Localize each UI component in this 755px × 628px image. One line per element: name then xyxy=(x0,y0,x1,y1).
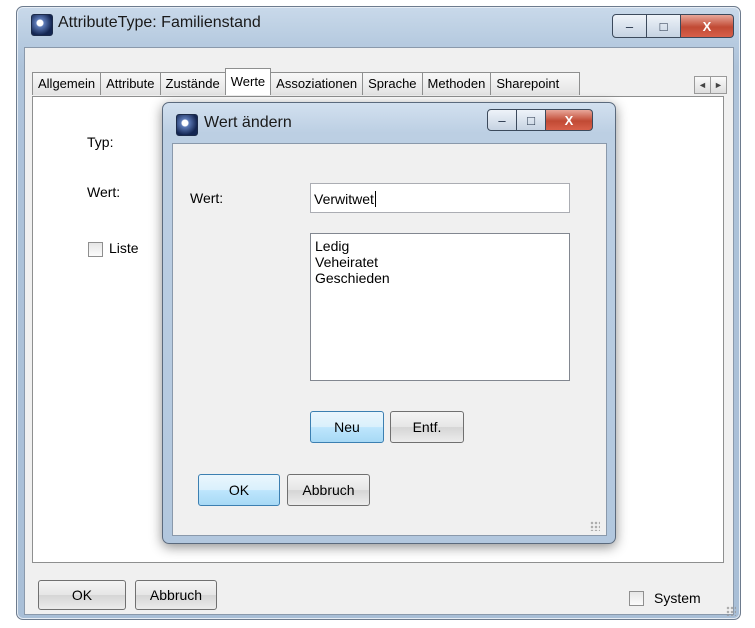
list-item[interactable]: Veheiratet xyxy=(315,254,565,270)
tab-scroll-buttons: ◄ ► xyxy=(694,76,727,94)
dialog-window-controls: – □ X xyxy=(487,109,593,131)
dialog-title: Wert ändern xyxy=(204,114,292,131)
entf-button[interactable]: Entf. xyxy=(390,411,464,443)
dialog-close-icon[interactable]: X xyxy=(546,109,593,131)
abbruch-button[interactable]: Abbruch xyxy=(135,580,217,610)
dialog-wert-label: Wert: xyxy=(190,190,224,206)
tab-assoziationen[interactable]: Assoziationen xyxy=(270,72,364,95)
tab-methoden[interactable]: Methoden xyxy=(421,72,492,95)
window-controls: – □ X xyxy=(612,14,734,38)
wert-input[interactable]: Verwitwet xyxy=(310,183,570,213)
dialog-maximize-icon[interactable]: □ xyxy=(517,109,546,131)
typ-label: Typ: xyxy=(87,134,114,150)
values-listbox[interactable]: Ledig Veheiratet Geschieden xyxy=(310,233,570,381)
tab-scroll-right-icon[interactable]: ► xyxy=(711,76,727,94)
text-cursor xyxy=(374,191,376,207)
maximize-icon[interactable]: □ xyxy=(647,14,681,38)
ok-button[interactable]: OK xyxy=(38,580,126,610)
tab-sprache[interactable]: Sprache xyxy=(362,72,423,95)
app-icon xyxy=(31,14,53,36)
liste-checkbox[interactable] xyxy=(88,242,103,257)
dialog-abbruch-button[interactable]: Abbruch xyxy=(287,474,370,506)
neu-button[interactable]: Neu xyxy=(310,411,384,443)
tab-sharepoint[interactable]: Sharepoint xyxy=(490,72,581,95)
list-item[interactable]: Geschieden xyxy=(315,270,565,286)
liste-label: Liste xyxy=(109,240,139,256)
tab-scroll-left-icon[interactable]: ◄ xyxy=(694,76,711,94)
wert-input-value: Verwitwet xyxy=(314,191,374,207)
list-item[interactable]: Ledig xyxy=(315,238,565,254)
tab-attribute[interactable]: Attribute xyxy=(100,72,161,95)
tab-allgemein[interactable]: Allgemein xyxy=(32,72,102,95)
system-checkbox[interactable] xyxy=(629,591,644,606)
wert-label: Wert: xyxy=(87,184,121,200)
dialog-ok-button[interactable]: OK xyxy=(198,474,280,506)
system-label: System xyxy=(654,590,701,606)
dialog-resize-grip-icon[interactable] xyxy=(590,521,600,531)
tab-werte[interactable]: Werte xyxy=(224,68,272,95)
close-icon[interactable]: X xyxy=(681,14,734,38)
tab-zustaende[interactable]: Zustände xyxy=(159,72,226,95)
resize-grip-icon[interactable] xyxy=(726,606,736,616)
window-title: AttributeType: Familienstand xyxy=(58,14,261,31)
tab-strip: Allgemein Attribute Zustände Werte Assoz… xyxy=(32,68,581,96)
minimize-icon[interactable]: – xyxy=(612,14,647,38)
dialog-app-icon xyxy=(176,114,198,136)
dialog-minimize-icon[interactable]: – xyxy=(487,109,517,131)
